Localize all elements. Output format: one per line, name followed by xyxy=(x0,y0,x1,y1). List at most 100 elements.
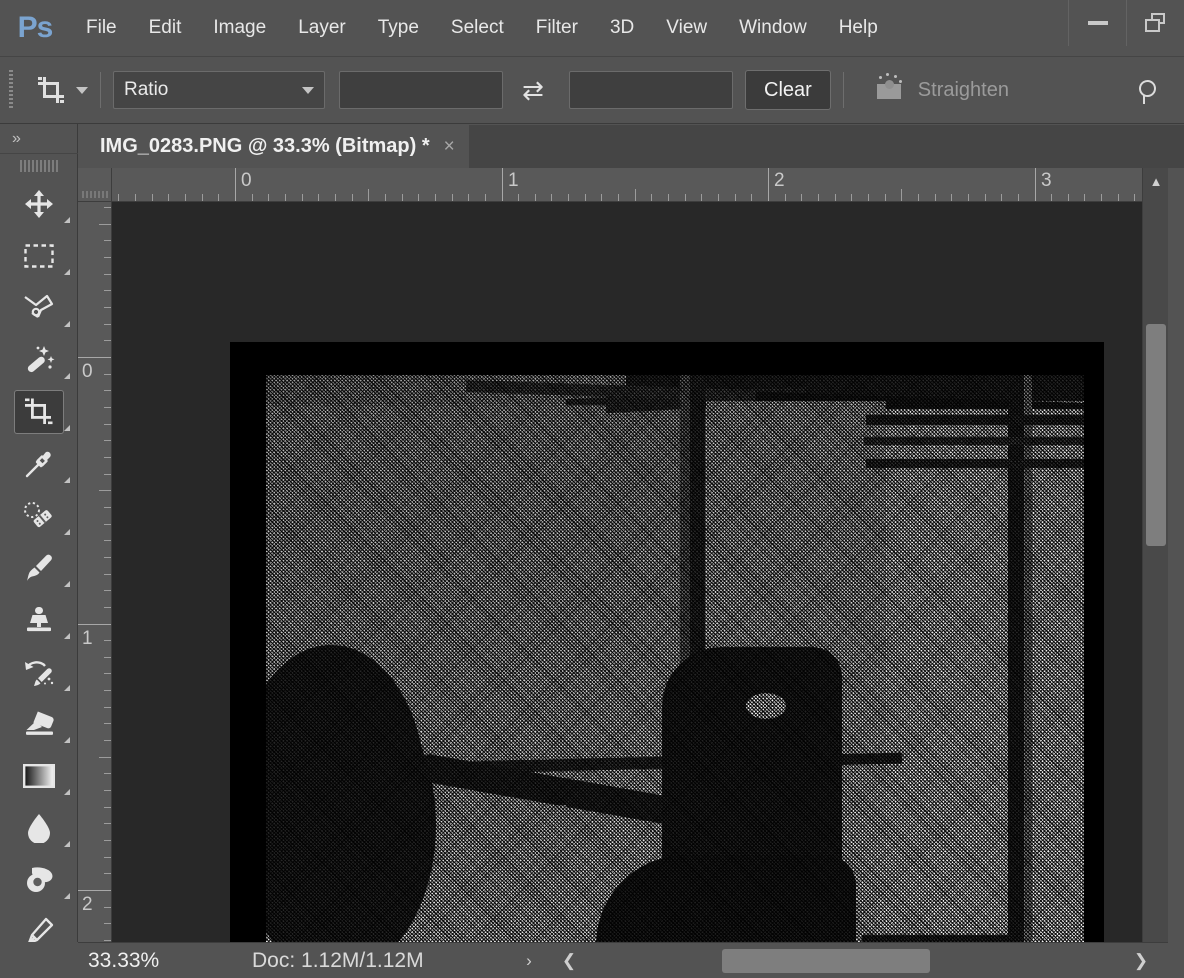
ruler-tick xyxy=(768,168,769,201)
document-tab-title: IMG_0283.PNG @ 33.3% (Bitmap) * xyxy=(100,135,430,157)
status-bar-left-pad xyxy=(0,942,78,978)
ruler-tick xyxy=(104,474,111,475)
menu-type[interactable]: Type xyxy=(362,0,435,56)
tools-panel-drag-handle[interactable] xyxy=(0,154,78,178)
tool-eraser[interactable] xyxy=(0,698,78,750)
ruler-tick xyxy=(104,424,111,425)
healing-brush-icon xyxy=(14,494,64,538)
ruler-tick xyxy=(585,194,586,201)
menu-edit[interactable]: Edit xyxy=(133,0,198,56)
ruler-label: 2 xyxy=(82,894,93,915)
tool-history-brush[interactable] xyxy=(0,646,78,698)
ruler-tick xyxy=(468,194,469,201)
right-rail xyxy=(1168,168,1184,978)
tool-move[interactable] xyxy=(0,178,78,230)
tool-flyout-indicator xyxy=(64,581,70,587)
tool-lasso[interactable] xyxy=(0,282,78,334)
search-button[interactable] xyxy=(1128,71,1170,113)
horizontal-scroll-thumb[interactable] xyxy=(722,949,930,973)
horizontal-ruler[interactable]: 0 1 2 3 xyxy=(112,168,1142,202)
tool-marquee[interactable] xyxy=(0,230,78,282)
document-image[interactable] xyxy=(266,375,1084,942)
ruler-tick xyxy=(135,194,136,201)
tool-magic-wand[interactable] xyxy=(0,334,78,386)
menu-file[interactable]: File xyxy=(70,0,133,56)
menu-window[interactable]: Window xyxy=(723,0,823,56)
menu-help[interactable]: Help xyxy=(823,0,894,56)
ruler-tick xyxy=(104,440,111,441)
menu-select[interactable]: Select xyxy=(435,0,520,56)
canvas-viewport[interactable] xyxy=(112,202,1142,942)
ruler-tick xyxy=(1051,194,1052,201)
ruler-label: 1 xyxy=(82,628,93,649)
horizontal-scrollbar[interactable]: ❮ ❯ xyxy=(546,942,1168,978)
chevron-up-icon[interactable]: ▲ xyxy=(1143,168,1169,194)
tool-flyout-indicator xyxy=(64,685,70,691)
clear-button[interactable]: Clear xyxy=(745,70,831,110)
tool-healing-brush[interactable] xyxy=(0,490,78,542)
ruler-tick xyxy=(685,194,686,201)
ruler-tick xyxy=(718,194,719,201)
ruler-tick xyxy=(104,540,111,541)
tool-preset-chevron-down-icon[interactable] xyxy=(76,86,88,94)
search-icon xyxy=(1137,80,1161,104)
ruler-tick xyxy=(99,224,111,225)
ruler-tick xyxy=(104,923,111,924)
active-tool-icon-crop[interactable] xyxy=(28,67,74,113)
swap-width-height-button[interactable]: ⇄ xyxy=(511,70,555,110)
document-tab[interactable]: IMG_0283.PNG @ 33.3% (Bitmap) * × xyxy=(78,125,469,168)
ruler-tick xyxy=(104,307,111,308)
vertical-scroll-thumb[interactable] xyxy=(1146,324,1166,546)
tool-clone-stamp[interactable] xyxy=(0,594,78,646)
swap-arrows-icon: ⇄ xyxy=(522,75,544,105)
tool-crop[interactable] xyxy=(0,386,78,438)
ruler-tick xyxy=(651,194,652,201)
vertical-scrollbar[interactable]: ▲ xyxy=(1142,168,1168,942)
menu-3d[interactable]: 3D xyxy=(594,0,650,56)
ruler-tick xyxy=(551,194,552,201)
ruler-tick xyxy=(99,757,111,758)
menu-layer[interactable]: Layer xyxy=(282,0,362,56)
crop-width-input[interactable] xyxy=(339,71,503,109)
tool-blur[interactable] xyxy=(0,802,78,854)
crop-height-input[interactable] xyxy=(569,71,733,109)
zoom-level-field[interactable]: 33.33% xyxy=(78,943,190,978)
ruler-tick xyxy=(104,740,111,741)
close-icon[interactable]: × xyxy=(444,136,455,158)
chevron-right-icon[interactable]: ❯ xyxy=(1130,949,1152,973)
ruler-corner[interactable] xyxy=(78,168,112,202)
menu-filter[interactable]: Filter xyxy=(520,0,594,56)
status-expand-chevron-right-icon[interactable]: › xyxy=(512,943,546,978)
tool-flyout-indicator xyxy=(64,269,70,275)
menu-view[interactable]: View xyxy=(650,0,723,56)
ruler-tick xyxy=(985,194,986,201)
tool-eyedropper[interactable] xyxy=(0,438,78,490)
vertical-ruler[interactable]: 0 1 2 xyxy=(78,202,112,942)
window-minimize-button[interactable] xyxy=(1068,0,1126,46)
ruler-tick xyxy=(104,607,111,608)
tool-dodge[interactable] xyxy=(0,854,78,906)
chevron-left-icon[interactable]: ❮ xyxy=(558,949,580,973)
straighten-icon[interactable] xyxy=(870,73,910,107)
tool-brush[interactable] xyxy=(0,542,78,594)
crop-ratio-value: Ratio xyxy=(124,79,169,100)
tool-flyout-indicator xyxy=(64,373,70,379)
tool-gradient[interactable] xyxy=(0,750,78,802)
straighten-label[interactable]: Straighten xyxy=(918,79,1009,102)
tool-flyout-indicator xyxy=(64,529,70,535)
options-bar-drag-handle[interactable] xyxy=(0,56,22,124)
menu-image[interactable]: Image xyxy=(197,0,282,56)
ruler-tick xyxy=(352,194,353,201)
ruler-tick xyxy=(104,657,111,658)
document-size-info: Doc: 1.12M/1.12M xyxy=(252,948,424,972)
window-restore-button[interactable] xyxy=(1126,0,1184,46)
ruler-tick xyxy=(104,507,111,508)
options-divider-2 xyxy=(842,72,844,108)
tool-flyout-indicator xyxy=(64,633,70,639)
collapse-panel-button[interactable]: » xyxy=(0,124,78,154)
ruler-tick xyxy=(818,194,819,201)
photoshop-logo: Ps xyxy=(17,11,54,44)
crop-ratio-select[interactable]: Ratio xyxy=(113,71,325,109)
ruler-tick xyxy=(935,194,936,201)
ruler-tick xyxy=(99,490,111,491)
